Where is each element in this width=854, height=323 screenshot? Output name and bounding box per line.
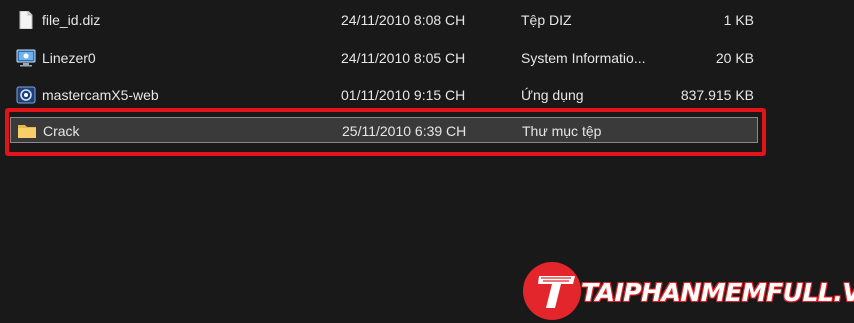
text-file-icon xyxy=(19,11,33,29)
file-row-file-id-diz[interactable]: file_id.diz 24/11/2010 8:08 CH Tệp DIZ 1… xyxy=(10,7,758,33)
file-size: 837.915 KB xyxy=(680,87,754,103)
logo-text: TAIPHANMEMFULL.VN xyxy=(581,278,854,307)
file-row-linezer0[interactable]: Linezer0 24/11/2010 8:05 CH System Infor… xyxy=(10,45,758,71)
highlight-annotation xyxy=(5,108,766,156)
file-date: 01/11/2010 9:15 CH xyxy=(341,87,466,103)
file-type: System Informatio... xyxy=(521,50,646,66)
file-type: Ứng dụng xyxy=(521,87,584,103)
application-icon xyxy=(16,86,36,104)
watermark-logo: TAIPHANMEMFULL.VN xyxy=(523,262,854,320)
system-info-icon xyxy=(16,49,36,67)
file-name: Linezer0 xyxy=(42,50,96,66)
file-date: 24/11/2010 8:05 CH xyxy=(341,50,466,66)
file-name: file_id.diz xyxy=(42,12,101,28)
logo-t-icon xyxy=(538,276,575,308)
file-row-mastercamx5-web[interactable]: mastercamX5-web 01/11/2010 9:15 CH Ứng d… xyxy=(10,82,758,108)
file-type: Tệp DIZ xyxy=(521,12,572,28)
file-name: mastercamX5-web xyxy=(42,87,159,103)
file-size: 20 KB xyxy=(715,50,754,66)
file-size: 1 KB xyxy=(723,12,754,28)
file-date: 24/11/2010 8:08 CH xyxy=(341,12,466,28)
